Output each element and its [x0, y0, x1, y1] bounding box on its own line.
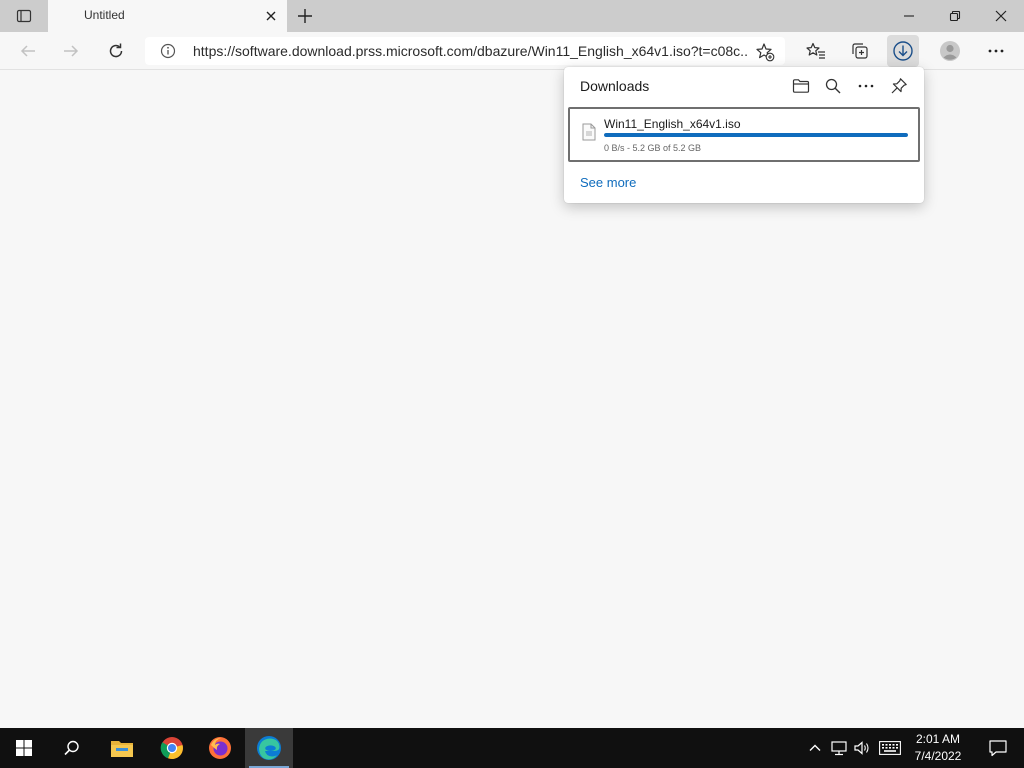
taskbar-firefox[interactable]	[196, 728, 244, 768]
edge-icon	[257, 736, 281, 760]
notification-icon	[989, 740, 1007, 757]
taskbar: 2:01 AM 7/4/2022	[0, 728, 1024, 768]
tab-actions-button[interactable]	[6, 0, 42, 32]
downloads-title: Downloads	[580, 78, 650, 94]
download-progress-fill	[604, 133, 908, 137]
close-icon	[266, 11, 276, 21]
star-add-icon	[756, 43, 775, 62]
taskbar-edge[interactable]	[245, 728, 293, 768]
arrow-left-icon	[20, 45, 35, 57]
pin-downloads-button[interactable]	[884, 73, 914, 99]
pin-icon	[891, 78, 907, 94]
downloads-more-options-button[interactable]	[851, 73, 881, 99]
open-downloads-folder-button[interactable]	[786, 73, 816, 99]
download-progress-bar	[604, 133, 908, 137]
clock-date: 7/4/2022	[914, 749, 962, 763]
refresh-icon	[109, 43, 123, 58]
settings-menu-button[interactable]	[980, 35, 1012, 67]
restore-button[interactable]	[932, 0, 978, 32]
start-button[interactable]	[0, 728, 48, 768]
plus-icon	[298, 9, 312, 23]
taskbar-search-button[interactable]	[48, 728, 96, 768]
file-explorer-icon	[111, 741, 133, 757]
title-bar: Untitled	[0, 0, 1024, 32]
arrow-right-icon	[64, 45, 79, 57]
avatar-icon	[940, 41, 960, 61]
minimize-button[interactable]	[886, 0, 932, 32]
add-favorite-button[interactable]	[753, 41, 777, 63]
volume-icon	[854, 741, 869, 755]
forward-button[interactable]	[55, 35, 87, 67]
chevron-up-icon	[809, 744, 821, 751]
favorites-icon	[806, 42, 825, 59]
restore-icon	[949, 10, 961, 22]
address-bar[interactable]: https://software.download.prss.microsoft…	[145, 37, 785, 65]
info-icon	[160, 43, 176, 59]
firefox-icon	[209, 737, 231, 759]
new-tab-button[interactable]	[290, 2, 320, 30]
refresh-button[interactable]	[100, 35, 132, 67]
minimize-icon	[904, 15, 914, 17]
taskbar-file-explorer[interactable]	[98, 728, 146, 768]
search-icon	[64, 740, 79, 756]
downloads-flyout: Downloads Win11_English_x64v1.iso 0 B/s …	[564, 67, 924, 203]
chrome-icon	[160, 737, 183, 760]
site-info-button[interactable]	[159, 42, 177, 60]
download-filename[interactable]: Win11_English_x64v1.iso	[604, 117, 741, 131]
volume-tray-button[interactable]	[852, 738, 872, 758]
file-icon	[582, 123, 596, 141]
collections-button[interactable]	[844, 35, 876, 67]
taskbar-chrome[interactable]	[148, 728, 196, 768]
back-button[interactable]	[12, 35, 44, 67]
more-icon	[858, 84, 874, 88]
tab-untitled[interactable]: Untitled	[48, 0, 287, 32]
search-downloads-button[interactable]	[818, 73, 848, 99]
tab-title: Untitled	[84, 8, 125, 22]
download-status: 0 B/s - 5.2 GB of 5.2 GB	[604, 143, 702, 153]
see-more-link[interactable]: See more	[580, 175, 636, 190]
downloads-button[interactable]	[887, 35, 919, 67]
taskbar-clock[interactable]: 2:01 AM 7/4/2022	[906, 731, 970, 765]
profile-button[interactable]	[934, 35, 966, 67]
more-icon	[988, 49, 1004, 53]
input-indicator-button[interactable]	[878, 738, 902, 758]
windows-start-icon	[16, 740, 32, 756]
close-icon	[995, 10, 1007, 22]
tab-actions-icon	[16, 9, 32, 23]
download-item[interactable]: Win11_English_x64v1.iso 0 B/s - 5.2 GB o…	[568, 107, 920, 162]
action-center-button[interactable]	[976, 728, 1020, 768]
collections-icon	[852, 43, 868, 59]
url-text[interactable]: https://software.download.prss.microsoft…	[193, 43, 749, 59]
favorites-button[interactable]	[800, 35, 832, 67]
folder-icon	[792, 79, 810, 93]
close-window-button[interactable]	[978, 0, 1024, 32]
network-tray-button[interactable]	[829, 738, 849, 758]
search-icon	[825, 78, 841, 94]
browser-toolbar: https://software.download.prss.microsoft…	[0, 32, 1024, 70]
tab-close-button[interactable]	[259, 4, 283, 28]
keyboard-icon	[879, 741, 901, 755]
clock-time: 2:01 AM	[915, 732, 961, 746]
network-icon	[831, 741, 847, 756]
show-hidden-icons-button[interactable]	[805, 738, 825, 758]
download-icon	[893, 41, 913, 61]
